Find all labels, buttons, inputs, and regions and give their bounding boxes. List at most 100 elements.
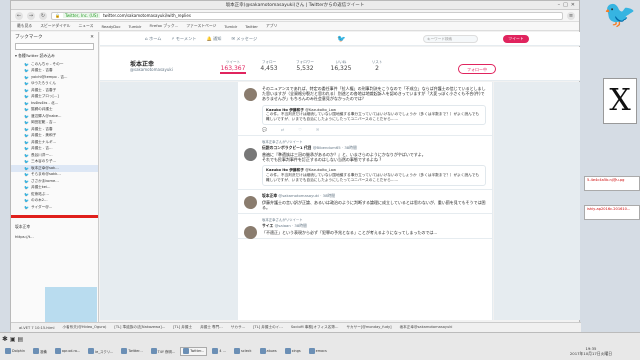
app-icon <box>259 348 266 354</box>
x-window-icon[interactable]: X <box>603 78 637 124</box>
nav-messages[interactable]: ✉ メッセージ <box>231 36 257 42</box>
dm-icon[interactable]: ✉ <box>316 127 319 132</box>
desktop-file-1[interactable]: 5-4e4c4a5b.nj@u.pg <box>584 176 640 191</box>
bookmark-tab[interactable]: al-VET 7 10:15.html <box>19 326 54 330</box>
bookmark-tab[interactable]: SocioM 事務[オフィス名簿… <box>291 325 339 330</box>
forward-button[interactable]: → <box>27 11 35 20</box>
stat-followers[interactable]: フォロワー 5,532 <box>292 60 318 74</box>
sidebar-item-label: 弁護士ナルギ… <box>30 139 57 144</box>
profile-handle: @sakamotomasayuki <box>130 67 173 72</box>
tweet[interactable]: 坂本正幸さんがリツイート サイエ @saiaan · 38時間 「不適正」という… <box>238 214 492 240</box>
tweet-header: 伝説のコンボラクビー1 代目 @Bibendum65 · 38時間 <box>262 145 486 151</box>
reply-icon[interactable]: 💬 <box>262 127 267 132</box>
following-button[interactable]: フォロー中 <box>458 64 496 74</box>
tweet-author[interactable]: サイエ <box>262 223 273 228</box>
twitter-search-input[interactable]: キーワード検索 <box>423 35 478 43</box>
menu-button[interactable]: ≡ <box>567 11 575 20</box>
taskbar-item[interactable]: Dolphin <box>2 347 28 356</box>
bookmark-3[interactable]: ReadyDoc <box>101 24 120 29</box>
tweet[interactable]: そのニュアンスであれば、特定の委任事件「拉人権」の刑事判決をこうなので「不成立」… <box>238 82 492 136</box>
bookmark-7[interactable]: Tumblr <box>224 24 237 29</box>
taskbar-item[interactable]: 准備 <box>30 347 50 356</box>
twitter-bird-icon: 🐦 <box>24 68 29 74</box>
avatar[interactable] <box>244 195 257 209</box>
nav-moments[interactable]: ⚡ モーメント <box>171 36 196 42</box>
files-icon[interactable]: ▣ <box>10 336 16 343</box>
stat-tweets[interactable]: ツイート 163,367 <box>220 60 246 74</box>
bookmark-1[interactable]: スピードダイヤル <box>40 23 70 29</box>
tweet-body: 「不適正」という表現から必ず「犯罪の予兆となる」ことが考えるようになってしまった… <box>262 230 438 236</box>
app-icon <box>284 348 291 354</box>
taskbar-item[interactable]: emacs <box>306 347 330 356</box>
bookmark-6[interactable]: ファーストページ <box>186 23 216 29</box>
tweet[interactable]: 坂本正幸 @sakamotomasayuki · 38時間 伊藤弁護士の言い訳が… <box>238 190 492 215</box>
sidebar-close-icon[interactable]: ✕ <box>90 35 94 40</box>
minimize-icon[interactable]: – <box>558 2 561 8</box>
quoted-tweet[interactable]: Kazuko Ito 伊藤和子 @KazukoIto_Law この件。不当判決だ… <box>262 104 486 125</box>
bookmark-8[interactable]: Twitter <box>245 24 258 29</box>
bookmark-tab[interactable]: 小者系夫(@Hideo_Oguro) <box>62 325 106 330</box>
taskbar-item[interactable]: scleck <box>231 347 255 356</box>
bookmark-0[interactable]: 最も見る <box>17 23 32 29</box>
bookmark-9[interactable]: アプリ <box>266 23 277 29</box>
terminal-icon[interactable]: ▤ <box>18 336 24 343</box>
bookmark-tab[interactable]: 弁護士 専門… <box>200 325 223 330</box>
retweet-icon[interactable]: ⇄ <box>281 127 284 132</box>
taskbar-item[interactable]: xings <box>282 347 304 356</box>
nav-notifications[interactable]: 🔔 通知 <box>207 36 222 42</box>
twitter-bird-icon: 🐦 <box>24 139 29 145</box>
window-titlebar[interactable]: 坂本正幸(@sakamotomasayuki)さん | Twitterからの返信… <box>11 1 579 10</box>
taskbar-item[interactable]: Twitter... <box>118 347 145 356</box>
app-menu-icon[interactable]: ✱ <box>2 335 8 343</box>
taskbar-item[interactable]: 4 … <box>209 347 229 356</box>
tweet[interactable]: 坂本正幸さんがリツイート 伝説のコンボラクビー1 代目 @Bibendum65 … <box>238 136 492 190</box>
avatar[interactable] <box>244 148 257 161</box>
url-bar[interactable]: 🔒 Twitter, Inc. (US) twitter.com/sakamot… <box>51 11 563 20</box>
bookmark-tab[interactable]: 坂本正幸@sakamotomasayuki <box>400 325 453 330</box>
avatar[interactable] <box>244 226 257 240</box>
bookmark-5[interactable]: Firefox ブック... <box>149 23 178 29</box>
bookmark-tab[interactable]: [TL] 弁護士のイ… <box>253 325 283 330</box>
bookmark-tab[interactable]: [TL] 弁護士 <box>173 325 192 330</box>
reload-button[interactable]: ↻ <box>39 11 47 20</box>
bookmark-2[interactable]: ニュース <box>78 23 93 29</box>
x-logo-icon[interactable]: 🐦 <box>600 0 640 36</box>
close-icon[interactable]: ✕ <box>571 2 575 8</box>
sidebar-footer-title: 坂本正幸 <box>15 223 31 229</box>
like-icon[interactable]: ♡ <box>298 127 302 132</box>
stat-followers-value: 5,532 <box>296 65 314 72</box>
nav-moments-label: モーメント <box>175 35 197 41</box>
tweet-button[interactable]: ツイート <box>503 35 529 43</box>
bookmark-tab[interactable]: サカサー[@monday_fudy] <box>346 325 391 330</box>
nav-home-label: ホーム <box>149 35 162 41</box>
bookmark-4[interactable]: Tumblr <box>129 24 142 29</box>
taskbar-item[interactable]: T4Y 夜明... <box>148 347 178 356</box>
taskbar-item[interactable]: atuws <box>257 347 280 356</box>
sidebar-folder[interactable]: ▾ 各種Twitter 読み込み <box>11 51 98 61</box>
sidebar-item[interactable]: 🐦 サイダー@… <box>11 204 98 211</box>
sidebar-footer-url[interactable]: https://t... <box>11 232 98 241</box>
twitter-bird-icon[interactable]: 🐦 <box>337 35 346 43</box>
taskbar-item[interactable]: ie_スクリ... <box>85 347 116 356</box>
stat-likes[interactable]: いいね 16,325 <box>328 60 354 74</box>
tweet-meta: @sakamotomasayuki · 38時間 <box>278 192 336 198</box>
sidebar-search-input[interactable] <box>15 43 94 50</box>
bookmark-tab[interactable]: サカサ… <box>231 325 245 330</box>
taskbar-item-label: Dolphin <box>12 349 26 353</box>
nav-home[interactable]: ⌂ ホーム <box>145 36 161 42</box>
twitter-bird-icon: 🐦 <box>24 172 29 178</box>
maximize-icon[interactable]: □ <box>563 2 568 8</box>
twitter-bird-icon: 🐦 <box>24 113 29 119</box>
stat-lists[interactable]: リスト 2 <box>364 60 390 74</box>
stat-following[interactable]: フォロー 4,453 <box>256 60 282 74</box>
avatar[interactable] <box>244 88 257 101</box>
taskbar-item[interactable]: apr.od.ra... <box>52 347 83 356</box>
back-button[interactable]: ← <box>15 11 23 20</box>
clock[interactable]: 19:35 2017年10月17日火曜日 <box>570 346 612 356</box>
desktop-file-2[interactable]: ishiy-ap2016c.201610... <box>584 205 640 220</box>
tweet-author[interactable]: 坂本正幸 <box>262 193 277 198</box>
tweet-author[interactable]: 伝説のコンボラクビー1 代目 <box>262 145 312 150</box>
quoted-tweet[interactable]: Kazuko Ito 伊藤和子 @KazukoIto_Law この件。不当判決だ… <box>262 165 486 186</box>
bookmark-tab[interactable]: [TL] 準遺族の法[Nakazewa]... <box>114 325 165 330</box>
taskbar-item[interactable]: Twitter... <box>180 346 208 356</box>
